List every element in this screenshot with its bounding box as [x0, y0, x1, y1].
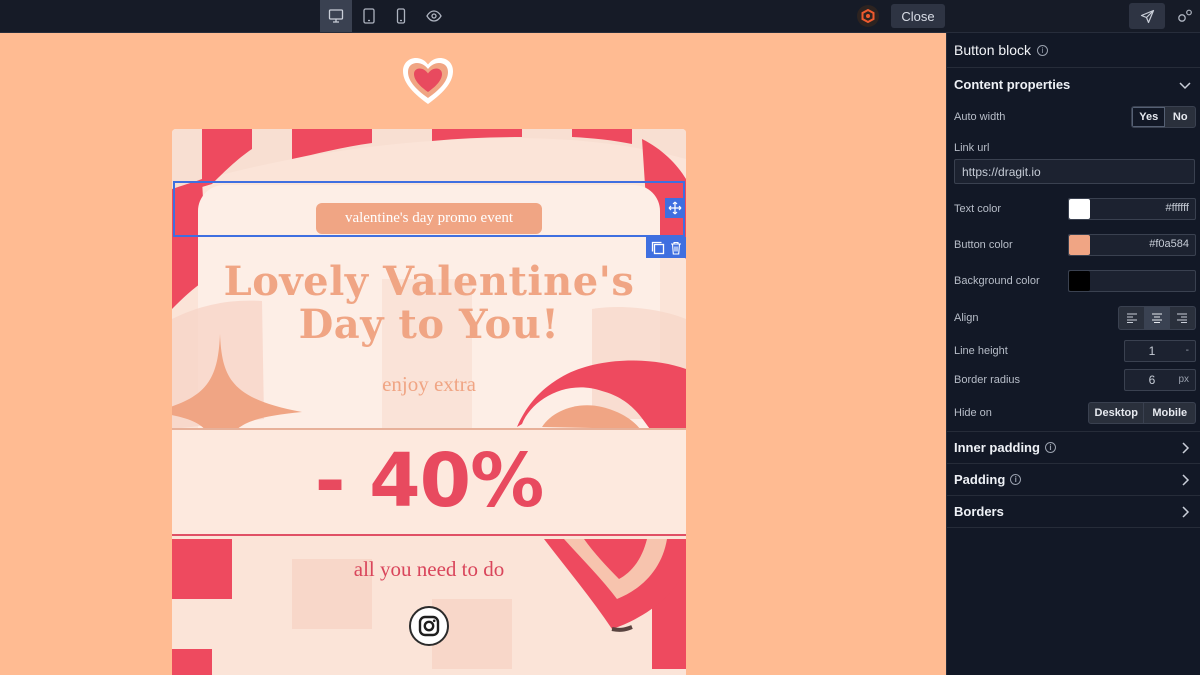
chevron-down-icon[interactable]: [1178, 78, 1192, 92]
divider: [947, 67, 1200, 68]
line-height-label: Line height: [954, 345, 1008, 357]
editor-canvas: valentine's day promo event Lovely Valen…: [0, 33, 946, 675]
gears-icon: [1178, 9, 1192, 22]
divider: [947, 495, 1200, 496]
align-buttons: [1118, 306, 1196, 330]
align-right-button[interactable]: [1170, 307, 1195, 329]
headline-line-1: Lovely Valentine's: [223, 258, 635, 305]
link-url-label: Link url: [954, 142, 990, 154]
send-test-button[interactable]: [1129, 3, 1165, 29]
mobile-view-button[interactable]: [386, 0, 416, 32]
text-color-field[interactable]: #ffffff: [1068, 198, 1196, 220]
hide-on-toggle: Desktop Mobile: [1088, 402, 1196, 424]
auto-width-label: Auto width: [954, 111, 1006, 123]
line-height-input[interactable]: 1 -: [1124, 340, 1196, 362]
selected-block-outline[interactable]: [173, 181, 685, 237]
instagram-icon[interactable]: [409, 606, 449, 646]
discount-text: - 40%: [314, 438, 545, 524]
headline: Lovely Valentine's Day to You!: [172, 260, 686, 346]
text-color-value: #ffffff: [1165, 202, 1189, 214]
tablet-icon: [363, 8, 375, 24]
auto-width-no[interactable]: No: [1165, 107, 1195, 127]
duplicate-icon[interactable]: [651, 241, 665, 255]
line-height-unit: -: [1185, 345, 1189, 356]
panel-title-text: Button block: [954, 42, 1032, 58]
properties-panel: Button block i Content properties Auto w…: [946, 33, 1200, 675]
align-left-icon: [1126, 313, 1137, 323]
button-color-field[interactable]: #f0a584: [1068, 234, 1196, 256]
hide-on-desktop[interactable]: Desktop: [1089, 403, 1145, 423]
align-label: Align: [954, 312, 979, 324]
border-radius-value: 6: [1148, 373, 1156, 387]
block-tools: [646, 237, 686, 258]
padding-header[interactable]: Padding i: [954, 472, 1022, 487]
background-color-label: Background color: [954, 275, 1040, 287]
settings-button[interactable]: [1172, 0, 1198, 32]
divider: [947, 527, 1200, 528]
borders-header[interactable]: Borders: [954, 504, 1004, 519]
align-left-button[interactable]: [1119, 307, 1144, 329]
divider: [947, 431, 1200, 432]
tablet-view-button[interactable]: [353, 0, 385, 32]
close-button[interactable]: Close: [891, 4, 945, 28]
preview-button[interactable]: [418, 0, 450, 32]
background-color-field[interactable]: [1068, 270, 1196, 292]
trash-icon[interactable]: [670, 241, 682, 255]
align-center-icon: [1151, 313, 1162, 323]
button-color-value: #f0a584: [1149, 238, 1189, 250]
button-color-label: Button color: [954, 239, 1013, 251]
move-block-handle[interactable]: [665, 198, 685, 218]
info-icon[interactable]: i: [1044, 442, 1056, 453]
content-properties-label: Content properties: [954, 77, 1071, 92]
auto-width-yes[interactable]: Yes: [1132, 107, 1166, 127]
auto-width-toggle: Yes No: [1131, 106, 1196, 128]
instruction-text: all you need to do: [353, 557, 505, 581]
enjoy-text: enjoy extra: [382, 372, 476, 396]
divider: [947, 463, 1200, 464]
panel-title: Button block i: [954, 42, 1049, 58]
line-height-value: 1: [1148, 344, 1156, 358]
align-center-button[interactable]: [1144, 307, 1170, 329]
paper-plane-icon: [1140, 9, 1154, 23]
desktop-icon: [328, 9, 344, 23]
chevron-right-icon[interactable]: [1178, 441, 1192, 455]
app-logo-button[interactable]: [855, 0, 881, 32]
padding-label: Padding: [954, 472, 1006, 487]
eye-icon: [426, 10, 442, 22]
move-icon: [668, 201, 682, 215]
top-toolbar: Close: [0, 0, 1200, 33]
headline-line-2: Day to You!: [298, 301, 560, 348]
align-right-icon: [1177, 313, 1188, 323]
link-url-input[interactable]: https://dragit.io: [954, 159, 1195, 184]
info-icon[interactable]: i: [1010, 474, 1022, 485]
inner-padding-label: Inner padding: [954, 440, 1040, 455]
text-color-swatch[interactable]: [1069, 199, 1090, 219]
inner-padding-header[interactable]: Inner padding i: [954, 440, 1056, 455]
border-radius-label: Border radius: [954, 374, 1021, 386]
desktop-view-button[interactable]: [320, 0, 352, 32]
hide-on-mobile[interactable]: Mobile: [1144, 403, 1195, 423]
text-color-label: Text color: [954, 203, 1002, 215]
border-radius-input[interactable]: 6 px: [1124, 369, 1196, 391]
info-icon[interactable]: i: [1037, 44, 1049, 56]
hide-on-label: Hide on: [954, 407, 992, 419]
button-color-swatch[interactable]: [1069, 235, 1090, 255]
border-radius-unit: px: [1178, 374, 1189, 385]
mobile-icon: [396, 8, 406, 24]
heart-logo-icon: [403, 58, 453, 104]
content-properties-header[interactable]: Content properties: [954, 77, 1070, 92]
chevron-right-icon[interactable]: [1178, 473, 1192, 487]
borders-label: Borders: [954, 504, 1004, 519]
app-logo-icon: [857, 5, 879, 27]
background-color-swatch[interactable]: [1069, 271, 1090, 291]
chevron-right-icon[interactable]: [1178, 505, 1192, 519]
